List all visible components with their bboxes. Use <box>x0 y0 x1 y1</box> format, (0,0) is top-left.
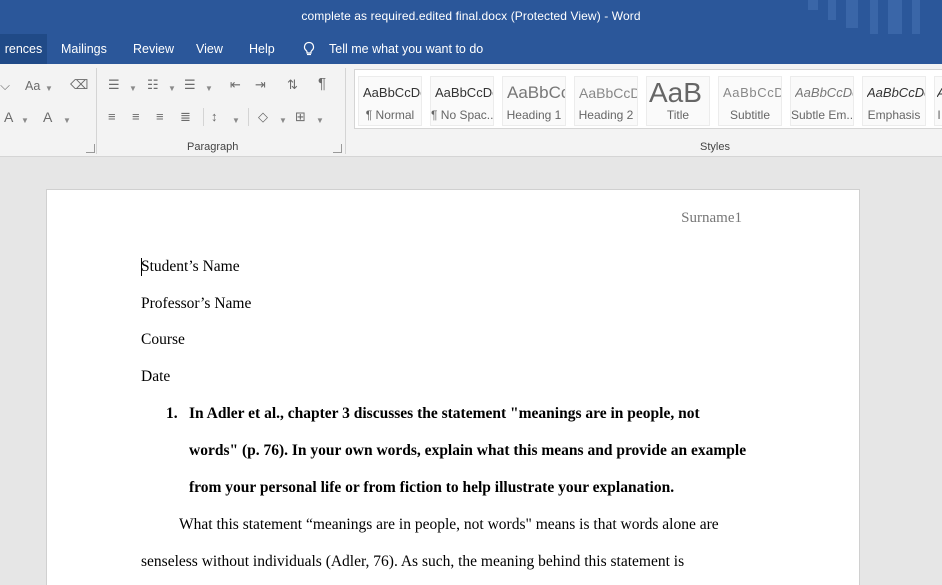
bullets-icon[interactable]: ☰ <box>108 77 120 93</box>
question-text-line: from your personal life or from fiction … <box>189 479 675 496</box>
clear-formatting-icon[interactable]: ⌫ <box>70 77 88 93</box>
justify-icon[interactable]: ≣ <box>180 109 191 125</box>
tab-view[interactable]: View <box>190 34 229 64</box>
style-no-spacing[interactable]: AaBbCcDc ¶ No Spac... <box>430 76 494 126</box>
show-formatting-marks-icon[interactable]: ¶ <box>318 76 326 92</box>
chevron-down-icon[interactable]: ▼ <box>45 81 53 97</box>
style-name: Title <box>666 108 690 122</box>
tab-review[interactable]: Review <box>127 34 180 64</box>
body-text-line: senseless without individuals (Adler, 76… <box>141 553 685 570</box>
chevron-down-icon[interactable]: ▼ <box>63 113 71 129</box>
align-center-icon[interactable]: ≡ <box>132 109 140 125</box>
document-page[interactable]: Surname1 Student’s Name Professor’s Name… <box>46 189 860 585</box>
tab-help[interactable]: Help <box>243 34 281 64</box>
style-sample: AaBbCcDc <box>435 85 493 100</box>
tab-mailings[interactable]: Mailings <box>55 34 113 64</box>
font-color-icon[interactable]: A <box>43 109 52 125</box>
style-sample: AaBbCcD <box>579 85 637 101</box>
style-sample: AaBbCcDc <box>363 85 421 100</box>
text-effects-icon[interactable]: A <box>4 109 13 125</box>
professor-name-line: Professor’s Name <box>141 295 252 312</box>
style-subtitle[interactable]: AaBbCcD Subtitle <box>718 76 782 126</box>
sort-icon[interactable]: ⇅ <box>287 77 298 93</box>
student-name-line: Student’s Name <box>141 258 240 275</box>
style-sample: AaB <box>649 77 702 108</box>
style-intense-emphasis[interactable]: A I <box>934 76 942 126</box>
multilevel-list-icon[interactable]: ☰ <box>184 77 196 93</box>
group-separator <box>96 68 97 154</box>
paragraph-group-label: Paragraph <box>187 141 239 153</box>
font-size-dropdown-icon[interactable]: ⌵ <box>0 78 10 94</box>
styles-group-label: Styles <box>700 141 730 153</box>
style-normal[interactable]: AaBbCcDc ¶ Normal <box>358 76 422 126</box>
style-name: ¶ No Spac... <box>431 108 493 122</box>
tell-me-label: Tell me what you want to do <box>329 42 484 56</box>
style-sample: AaBbCcD <box>723 85 781 100</box>
style-heading-2[interactable]: AaBbCcD Heading 2 <box>574 76 638 126</box>
style-name: Heading 2 <box>578 108 634 122</box>
chevron-down-icon[interactable]: ▼ <box>205 81 213 97</box>
style-name: Emphasis <box>867 108 921 122</box>
date-line: Date <box>141 368 171 385</box>
borders-icon[interactable]: ⊞ <box>295 109 306 125</box>
style-sample: A <box>937 85 942 100</box>
question-text-line: In Adler et al., chapter 3 discusses the… <box>189 405 700 422</box>
body-text-line: What this statement “meanings are in peo… <box>179 516 719 533</box>
style-heading-1[interactable]: AaBbCc Heading 1 <box>502 76 566 126</box>
styles-gallery: AaBbCcDc ¶ Normal AaBbCcDc ¶ No Spac... … <box>354 69 942 129</box>
question-text-line: words" (p. 76). In your own words, expla… <box>189 442 747 459</box>
paragraph-dialog-launcher-icon[interactable] <box>333 144 342 153</box>
style-name: I <box>937 108 941 122</box>
increase-indent-icon[interactable]: ⇥ <box>255 77 266 93</box>
numbering-icon[interactable]: ☷ <box>147 77 159 93</box>
style-name: Subtle Em... <box>791 108 853 122</box>
course-line: Course <box>141 331 185 348</box>
title-bar: complete as required.edited final.docx (… <box>0 0 942 34</box>
align-left-icon[interactable]: ≡ <box>108 109 116 125</box>
inline-separator <box>203 108 204 126</box>
decrease-indent-icon[interactable]: ⇤ <box>230 77 241 93</box>
style-name: Heading 1 <box>506 108 562 122</box>
style-subtle-emphasis[interactable]: AaBbCcDc Subtle Em... <box>790 76 854 126</box>
tab-references[interactable]: rences <box>0 34 47 64</box>
style-title[interactable]: AaB Title <box>646 76 710 126</box>
shading-icon[interactable]: ◇ <box>258 109 268 125</box>
align-right-icon[interactable]: ≡ <box>156 109 164 125</box>
chevron-down-icon[interactable]: ▼ <box>168 81 176 97</box>
style-sample: AaBbCcDc <box>867 85 925 100</box>
lightbulb-icon <box>303 41 315 56</box>
chevron-down-icon[interactable]: ▼ <box>316 113 324 129</box>
font-dialog-launcher-icon[interactable] <box>86 144 95 153</box>
group-separator <box>345 68 346 154</box>
question-number: 1. <box>166 405 178 422</box>
line-spacing-icon[interactable]: ↕ <box>211 109 218 125</box>
inline-separator <box>248 108 249 126</box>
style-name: Subtitle <box>729 108 771 122</box>
window-title: complete as required.edited final.docx (… <box>301 9 641 23</box>
chevron-down-icon[interactable]: ▼ <box>279 113 287 129</box>
chevron-down-icon[interactable]: ▼ <box>232 113 240 129</box>
chevron-down-icon[interactable]: ▼ <box>21 113 29 129</box>
style-name: ¶ Normal <box>365 108 415 122</box>
ribbon-tabs: rences Mailings Review View Help Tell me… <box>0 34 942 64</box>
style-sample: AaBbCc <box>507 83 565 102</box>
style-sample: AaBbCcDc <box>795 85 853 100</box>
chevron-down-icon[interactable]: ▼ <box>129 81 137 97</box>
document-canvas: Surname1 Student’s Name Professor’s Name… <box>0 157 942 585</box>
style-emphasis[interactable]: AaBbCcDc Emphasis <box>862 76 926 126</box>
change-case-icon[interactable]: Aa <box>25 78 40 94</box>
page-header: Surname1 <box>681 210 742 226</box>
